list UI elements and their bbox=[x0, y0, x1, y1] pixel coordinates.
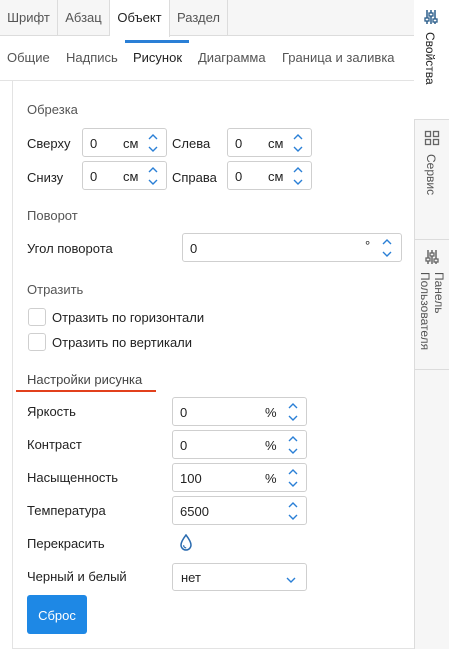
black-white-label: Черный и белый bbox=[27, 569, 127, 584]
crop-left-value: 0 bbox=[235, 136, 243, 151]
crop-top-stepper-icon[interactable] bbox=[146, 131, 160, 155]
crop-bottom-stepper-icon[interactable] bbox=[146, 164, 160, 188]
sliders-icon bbox=[424, 249, 440, 268]
sub-tab-bar: Общие Надпись Рисунок Диаграмма Граница … bbox=[0, 36, 414, 81]
rotation-angle-value: 0 bbox=[190, 241, 198, 256]
saturation-label: Насыщенность bbox=[27, 470, 119, 485]
rail-label-properties: Свойства bbox=[423, 32, 437, 85]
rail-label-user-panel-line2: Пользователя bbox=[418, 272, 432, 351]
crop-bottom-label: Снизу bbox=[27, 170, 64, 185]
crop-left-label: Слева bbox=[172, 136, 211, 151]
rail-label-user-panel-line1: Панель bbox=[432, 272, 446, 314]
saturation-spinner[interactable]: 100 % bbox=[172, 463, 307, 492]
crop-right-stepper-icon[interactable] bbox=[291, 164, 305, 188]
flip-horizontal-checkbox[interactable] bbox=[28, 308, 46, 326]
subtab-general[interactable]: Общие bbox=[7, 50, 50, 65]
sliders-icon bbox=[423, 9, 439, 28]
brightness-value: 0 bbox=[180, 405, 188, 420]
crop-right-label: Справа bbox=[172, 170, 217, 185]
chevron-down-icon bbox=[286, 572, 296, 587]
contrast-value: 0 bbox=[180, 438, 188, 453]
temperature-stepper-icon[interactable] bbox=[286, 499, 300, 523]
crop-bottom-value: 0 bbox=[90, 169, 98, 184]
flip-vertical-checkbox[interactable] bbox=[28, 333, 46, 351]
crop-top-value: 0 bbox=[90, 136, 98, 151]
rotation-angle-label: Угол поворота bbox=[27, 241, 113, 256]
rotation-angle-unit: ° bbox=[365, 238, 371, 253]
side-rail: Свойства Сервис Панель Пользователя bbox=[414, 0, 449, 649]
tab-paragraph[interactable]: Абзац bbox=[58, 0, 110, 36]
saturation-value: 100 bbox=[180, 471, 202, 486]
recolor-label: Перекрасить bbox=[27, 536, 105, 551]
crop-top-label: Сверху bbox=[27, 136, 71, 151]
crop-right-unit: см bbox=[268, 169, 284, 184]
tab-section[interactable]: Раздел bbox=[170, 0, 228, 36]
rail-tab-properties[interactable]: Свойства bbox=[414, 0, 449, 120]
rail-label-service: Сервис bbox=[424, 154, 438, 196]
crop-left-unit: см bbox=[268, 136, 284, 151]
properties-panel: Шрифт Абзац Объект Раздел Общие Надпись … bbox=[0, 0, 414, 649]
saturation-stepper-icon[interactable] bbox=[286, 466, 300, 490]
temperature-spinner[interactable]: 6500 bbox=[172, 496, 307, 525]
rail-tab-user-panel[interactable]: Панель Пользователя bbox=[415, 240, 449, 370]
grid-icon bbox=[424, 130, 440, 149]
contrast-label: Контраст bbox=[27, 437, 82, 452]
crop-bottom-spinner[interactable]: 0 см bbox=[82, 161, 167, 190]
contrast-stepper-icon[interactable] bbox=[286, 433, 300, 457]
crop-bottom-unit: см bbox=[123, 169, 139, 184]
brightness-stepper-icon[interactable] bbox=[286, 400, 300, 424]
brightness-label: Яркость bbox=[27, 404, 76, 419]
section-title-crop: Обрезка bbox=[27, 102, 78, 117]
subtab-chart[interactable]: Диаграмма bbox=[198, 50, 266, 65]
subtab-border-fill[interactable]: Граница и заливка bbox=[282, 50, 395, 65]
contrast-unit: % bbox=[265, 438, 277, 453]
section-title-underline bbox=[16, 390, 156, 392]
active-subtab-indicator bbox=[125, 40, 189, 43]
black-white-value: нет bbox=[181, 570, 201, 585]
tab-object[interactable]: Объект bbox=[110, 0, 170, 37]
tab-font[interactable]: Шрифт bbox=[0, 0, 58, 36]
section-title-image-settings: Настройки рисунка bbox=[27, 372, 143, 387]
crop-right-value: 0 bbox=[235, 169, 243, 184]
contrast-spinner[interactable]: 0 % bbox=[172, 430, 307, 459]
brightness-unit: % bbox=[265, 405, 277, 420]
flip-horizontal-label: Отразить по горизонтали bbox=[52, 310, 205, 325]
crop-right-spinner[interactable]: 0 см bbox=[227, 161, 312, 190]
crop-top-spinner[interactable]: 0 см bbox=[82, 128, 167, 157]
reset-button[interactable]: Сброс bbox=[27, 595, 87, 634]
temperature-value: 6500 bbox=[180, 504, 209, 519]
subtab-picture[interactable]: Рисунок bbox=[133, 50, 182, 65]
black-white-select[interactable]: нет bbox=[172, 563, 307, 591]
rotation-angle-spinner[interactable]: 0 ° bbox=[182, 233, 402, 262]
subtab-caption[interactable]: Надпись bbox=[66, 50, 118, 65]
rotation-angle-stepper-icon[interactable] bbox=[380, 236, 394, 260]
brightness-spinner[interactable]: 0 % bbox=[172, 397, 307, 426]
saturation-unit: % bbox=[265, 471, 277, 486]
section-title-flip: Отразить bbox=[27, 282, 84, 297]
recolor-drop-icon[interactable] bbox=[179, 533, 193, 552]
crop-left-spinner[interactable]: 0 см bbox=[227, 128, 312, 157]
rail-tab-service[interactable]: Сервис bbox=[415, 120, 449, 240]
section-title-rotation: Поворот bbox=[27, 208, 78, 223]
crop-top-unit: см bbox=[123, 136, 139, 151]
temperature-label: Температура bbox=[27, 503, 106, 518]
top-tab-bar: Шрифт Абзац Объект Раздел bbox=[0, 0, 414, 37]
flip-vertical-label: Отразить по вертикали bbox=[52, 335, 193, 350]
crop-left-stepper-icon[interactable] bbox=[291, 131, 305, 155]
